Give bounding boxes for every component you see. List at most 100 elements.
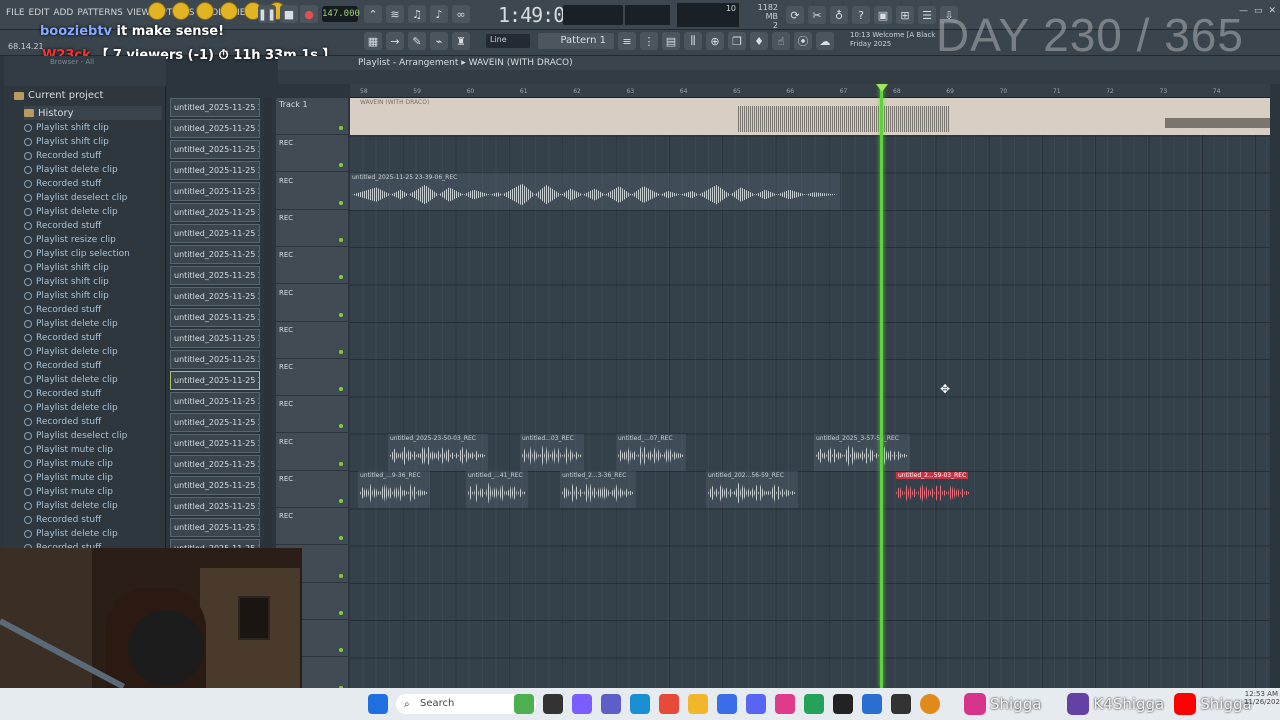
link-icon[interactable]: ⌁ [430, 32, 448, 50]
store-icon[interactable] [862, 694, 882, 714]
clip-source-item[interactable]: untitled_2025-11-25 23- [170, 98, 260, 117]
chat-icon[interactable]: ☰ [918, 6, 936, 24]
history-item[interactable]: Playlist shift clip [24, 275, 164, 289]
widgets-icon[interactable] [514, 694, 534, 714]
history-item[interactable]: Playlist mute clip [24, 443, 164, 457]
mail-icon[interactable] [717, 694, 737, 714]
history-item[interactable]: Recorded stuff [24, 359, 164, 373]
history-item[interactable]: Recorded stuff [24, 387, 164, 401]
channel-rack-icon[interactable]: ▤ [662, 32, 680, 50]
track-led-icon[interactable] [339, 610, 343, 615]
loop-record-icon[interactable]: ∞ [452, 5, 470, 23]
track-led-icon[interactable] [339, 163, 343, 168]
touch-icon[interactable]: ☝ [772, 32, 790, 50]
history-item[interactable]: Playlist delete clip [24, 499, 164, 513]
close-icon[interactable]: ✕ [1268, 6, 1276, 16]
wait-input-icon[interactable]: ≋ [386, 5, 404, 23]
taskbar-clock[interactable]: 12:53 AM11/26/2025 [1244, 690, 1280, 706]
track-led-icon[interactable] [339, 648, 343, 653]
audio-clip[interactable]: untitled_202...56-59_REC [706, 471, 798, 508]
menu-item[interactable]: PATTERNS [77, 8, 123, 18]
audio-clip[interactable]: untitled...03_REC [520, 433, 584, 471]
history-item[interactable]: Playlist delete clip [24, 527, 164, 541]
history-item[interactable]: Playlist delete clip [24, 373, 164, 387]
plugin-icon[interactable]: ⊞ [896, 6, 914, 24]
audio-clip[interactable]: untitled_...9-36_REC [358, 471, 430, 508]
clip-source-item[interactable]: untitled_2025-11-25 23- [170, 287, 260, 306]
master-audio-clip[interactable] [350, 98, 1270, 135]
history-item[interactable]: Recorded stuff [24, 415, 164, 429]
track-led-icon[interactable] [339, 312, 343, 317]
obs-icon[interactable] [833, 694, 853, 714]
track-header[interactable]: REC [276, 285, 348, 322]
history-item[interactable]: Playlist clip selection [24, 247, 164, 261]
clip-source-item[interactable]: untitled_2025-11-25 23- [170, 371, 260, 390]
history-item[interactable]: Recorded stuff [24, 331, 164, 345]
history-item[interactable]: Playlist shift clip [24, 289, 164, 303]
timeline-ruler[interactable]: 58 59 60 61 62 63 64 65 66 67 68 69 70 71 72 73 74 [350, 84, 1270, 98]
clip-source-item[interactable]: untitled_2025-11-25 23- [170, 518, 260, 537]
tempo-display[interactable]: 147.000 [322, 6, 360, 22]
track-led-icon[interactable] [339, 237, 343, 242]
clip-source-item[interactable]: untitled_2025-11-25 23- [170, 413, 260, 432]
current-project-node[interactable]: Current project [14, 90, 103, 101]
history-item[interactable]: Playlist deselect clip [24, 191, 164, 205]
clip-source-item[interactable]: untitled_2025-11-25 23- [170, 497, 260, 516]
start-icon[interactable] [368, 694, 388, 714]
history-item[interactable]: Playlist mute clip [24, 471, 164, 485]
audio-clip[interactable]: untitled_2...59-03_REC [894, 471, 972, 508]
clip-source-item[interactable]: untitled_2025-11-25 23- [170, 119, 260, 138]
file-explorer-icon[interactable] [688, 694, 708, 714]
pause-button[interactable]: ❚❚ [258, 5, 276, 23]
blend-notes-icon[interactable]: ♪ [430, 5, 448, 23]
track-header[interactable]: REC [276, 135, 348, 173]
playhead[interactable] [880, 86, 883, 688]
history-item[interactable]: Recorded stuff [24, 177, 164, 191]
history-item[interactable]: Playlist shift clip [24, 135, 164, 149]
track-led-icon[interactable] [339, 275, 343, 280]
history-item[interactable]: Recorded stuff [24, 219, 164, 233]
track-header[interactable]: REC [276, 396, 348, 434]
snap-select[interactable]: Line [486, 34, 530, 48]
playlist-icon[interactable]: ≡ [618, 32, 636, 50]
history-item[interactable]: Playlist mute clip [24, 485, 164, 499]
menu-item[interactable]: FILE [6, 8, 25, 18]
arrow-icon[interactable]: → [386, 32, 404, 50]
clip-source-item[interactable]: untitled_2025-11-25 23- [170, 476, 260, 495]
menu-item[interactable]: EDIT [29, 8, 50, 18]
clip-source-item[interactable]: untitled_2025-11-25 23- [170, 434, 260, 453]
browser-icon[interactable]: ❐ [728, 32, 746, 50]
clip-source-item[interactable]: untitled_2025-11-25 23- [170, 224, 260, 243]
stamp-icon[interactable]: ♜ [452, 32, 470, 50]
task-view-icon[interactable] [543, 694, 563, 714]
help-icon[interactable]: ? [852, 6, 870, 24]
history-item[interactable]: Playlist delete clip [24, 205, 164, 219]
track-header[interactable]: REC [276, 173, 348, 210]
clip-source-item[interactable]: untitled_2025-11-25 23- [170, 140, 260, 159]
settings-icon[interactable] [891, 694, 911, 714]
mixer-icon[interactable]: ▦ [364, 32, 382, 50]
track-led-icon[interactable] [339, 200, 343, 205]
clip-source-item[interactable]: untitled_2025-11-25 23- [170, 245, 260, 264]
track-header[interactable]: REC [276, 359, 348, 397]
audio-clip[interactable]: untitled_2025-11-25 23-39-06_REC [350, 172, 840, 210]
history-item[interactable]: Playlist shift clip [24, 121, 164, 135]
track-led-icon[interactable] [339, 126, 343, 130]
mic-icon[interactable]: ♁ [830, 6, 848, 24]
history-item[interactable]: Playlist mute clip [24, 457, 164, 471]
piano-roll-icon[interactable]: ⋮ [640, 32, 658, 50]
track-led-icon[interactable] [339, 349, 343, 354]
track-led-icon[interactable] [339, 536, 343, 541]
track-header[interactable]: REC [276, 210, 348, 247]
clip-source-item[interactable]: untitled_2025-11-25 23- [170, 392, 260, 411]
history-item[interactable]: Playlist delete clip [24, 163, 164, 177]
record-arm-icon[interactable]: ⦿ [794, 32, 812, 50]
track-header[interactable]: Track 1 [276, 98, 348, 135]
menu-item[interactable]: VIEW [127, 8, 150, 18]
audio-clip[interactable]: untitled_...07_REC [616, 433, 686, 471]
clip-source-item[interactable]: untitled_2025-11-25 23- [170, 308, 260, 327]
history-item[interactable]: Recorded stuff [24, 513, 164, 527]
history-node[interactable]: History [24, 106, 162, 120]
fl-studio-icon[interactable] [920, 694, 940, 714]
cloud-icon[interactable]: ☁ [816, 32, 834, 50]
